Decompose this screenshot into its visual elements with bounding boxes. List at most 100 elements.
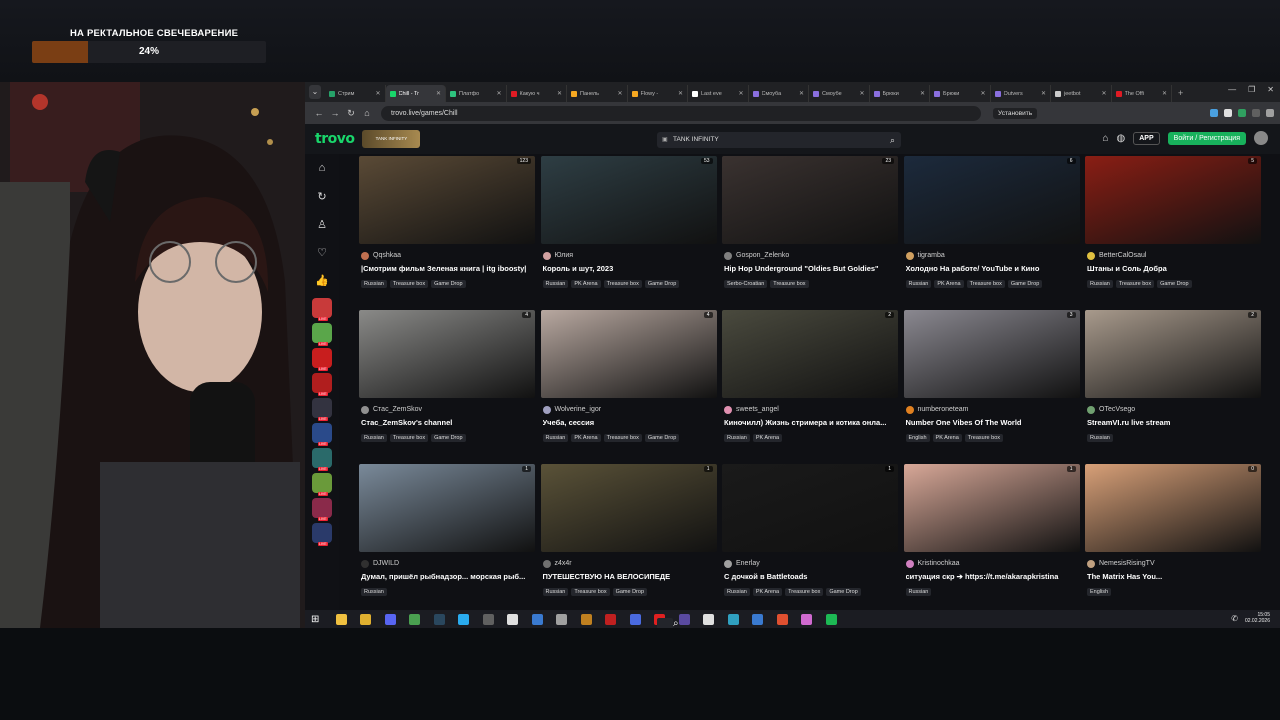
streamer-name[interactable]: BetterCalOsaul [1099, 252, 1146, 259]
stream-card[interactable]: 1 Kristinochkaa ситуация скр ➔ https://t.m… [903, 464, 1080, 610]
stream-card[interactable]: 0 NemesisRisingTV The Matrix Has You... Eng… [1085, 464, 1261, 610]
streamer-line[interactable]: NemesisRisingTV [1087, 558, 1155, 569]
stream-tag[interactable]: Treasure box [785, 588, 824, 596]
search-input[interactable]: ▣ TANK INFINITY ⌕ [657, 132, 901, 148]
app-icon[interactable] [580, 613, 592, 625]
stream-tag[interactable]: Treasure box [966, 280, 1005, 288]
stream-thumbnail[interactable]: 23 [722, 156, 898, 244]
browser-tab[interactable]: jeetbot ✕ [1051, 85, 1112, 102]
tab-close-icon[interactable]: ✕ [496, 90, 501, 97]
streamer-line[interactable]: tigramba [905, 250, 945, 261]
stream-tag[interactable]: Game Drop [644, 434, 680, 442]
stream-tag[interactable]: Russian [361, 588, 387, 596]
streamer-name[interactable]: numberoneteam [918, 406, 969, 413]
browser-tab[interactable]: Панель ✕ [567, 85, 628, 102]
stream-tag[interactable]: Game Drop [644, 280, 680, 288]
tab-close-icon[interactable]: ✕ [436, 90, 441, 97]
avatar[interactable] [1254, 131, 1268, 145]
streamer-line[interactable]: DJWILD [361, 558, 399, 569]
telegram-icon[interactable] [458, 613, 469, 625]
stream-title[interactable]: Думал, пришёл рыбнадзор... морская рыб..… [361, 572, 535, 581]
stream-thumbnail[interactable]: 1 [903, 464, 1080, 552]
streamer-name[interactable]: Enerlay [736, 560, 760, 567]
trovo-logo[interactable]: trovo [315, 131, 355, 147]
streamer-line[interactable]: BetterCalOsaul [1087, 250, 1146, 261]
browser-tab[interactable]: Flowy - ✕ [628, 85, 688, 102]
stream-title[interactable]: С дочкой в Battletoads [724, 572, 898, 581]
tab-close-icon[interactable]: ✕ [799, 90, 804, 97]
streamer-line[interactable]: Enerlay [724, 558, 760, 569]
streamer-line[interactable]: Стас_ZemSkov [361, 404, 422, 415]
avatar[interactable] [724, 405, 732, 414]
stream-thumbnail[interactable]: 123 [359, 156, 535, 244]
maximize-icon[interactable]: ❐ [1248, 85, 1255, 94]
thumbs-up-icon[interactable]: 👍 [305, 266, 339, 294]
install-button[interactable]: Установить [993, 107, 1038, 119]
rail-channel-avatar[interactable]: LIVE [312, 498, 332, 521]
stream-title[interactable]: ситуация скр ➔ https://t.me/akarapkristi… [906, 572, 1080, 581]
stream-tag[interactable]: Treasure box [603, 280, 642, 288]
clock[interactable]: 15:05 02.02.2026 [1245, 612, 1270, 624]
url-field[interactable]: trovo.live/games/Chill [381, 105, 981, 121]
avatar[interactable] [542, 251, 551, 260]
stream-title[interactable]: Учеба, сессия [543, 418, 717, 427]
stream-thumbnail[interactable]: 4 [540, 310, 717, 398]
stream-tag[interactable]: Russian [724, 588, 750, 596]
stream-tag[interactable]: Russian [361, 434, 387, 442]
rail-channel-avatar[interactable]: LIVE [312, 523, 332, 546]
streamer-name[interactable]: tigramba [918, 252, 945, 259]
streamer-name[interactable]: sweets_angel [736, 406, 779, 413]
streamer-line[interactable]: Kristinochkaa [905, 558, 960, 569]
rail-channel-avatar[interactable]: LIVE [312, 323, 332, 346]
stream-tag[interactable]: Treasure box [603, 434, 642, 442]
stream-tag[interactable]: PK Arena [932, 434, 962, 442]
search-icon[interactable]: ⌕ [890, 132, 895, 148]
tab-close-icon[interactable]: ✕ [557, 90, 562, 97]
cloud-icon[interactable] [556, 613, 567, 625]
folder-icon[interactable] [360, 613, 371, 625]
tab-close-icon[interactable]: ✕ [738, 90, 743, 97]
stream-thumbnail[interactable]: 6 [903, 156, 1080, 244]
streamer-name[interactable]: OTecVsego [1099, 406, 1135, 413]
streamer-line[interactable]: Юлия [542, 250, 573, 261]
chrome-icon[interactable] [409, 613, 420, 625]
start-icon[interactable]: ⊞ [311, 614, 322, 625]
stream-card[interactable]: 6 tigramba Холодно На работе/ YouTube и Ки… [903, 156, 1080, 302]
stream-title[interactable]: Киночилл) Жизнь стримера и котика онла..… [724, 418, 898, 427]
stream-title[interactable]: StreamVI.ru live stream [1087, 418, 1261, 427]
stream-card[interactable]: 1 z4x4r ПУТЕШЕСТВУЮ НА ВЕЛОСИПЕДЕ Russian Tr… [540, 464, 717, 610]
browser-tab[interactable]: Брюки ✕ [930, 85, 991, 102]
streamer-line[interactable]: numberoneteam [905, 404, 969, 415]
avatar[interactable] [1087, 405, 1095, 414]
browser-tab[interactable]: Какую ч ✕ [507, 85, 567, 102]
stream-card[interactable]: 53 Юлия Король и шут, 2023 Russian PK Arena T… [540, 156, 717, 302]
login-button[interactable]: Войти / Регистрация [1167, 131, 1246, 145]
tab-close-icon[interactable]: ✕ [1101, 90, 1106, 97]
streamer-line[interactable]: OTecVsego [1087, 404, 1135, 415]
rail-channel-avatar[interactable]: LIVE [312, 348, 332, 371]
streamer-line[interactable]: sweets_angel [724, 404, 779, 415]
stream-title[interactable]: ПУТЕШЕСТВУЮ НА ВЕЛОСИПЕДЕ [543, 572, 717, 581]
avatar[interactable] [361, 405, 369, 414]
browser-tab[interactable]: Брюки ✕ [870, 85, 930, 102]
stream-card[interactable]: 4 Стас_ZemSkov Стас_ZemSkov's channel Russi… [359, 310, 535, 456]
chart-icon[interactable] [752, 613, 763, 625]
avatar[interactable] [1087, 251, 1095, 260]
reload-icon[interactable]: ↻ [343, 108, 359, 119]
file-icon[interactable] [507, 613, 518, 625]
stream-card[interactable]: 2 OTecVsego StreamVI.ru live stream Russian [1085, 310, 1261, 456]
avatar[interactable] [542, 405, 551, 414]
app2-icon[interactable] [605, 613, 616, 625]
streamer-line[interactable]: Gospon_Zelenko [724, 250, 789, 261]
browser-tab[interactable]: The Offi ✕ [1112, 85, 1172, 102]
stream-thumbnail[interactable]: 2 [1085, 310, 1261, 398]
stream-title[interactable]: Штаны и Соль Добра [1087, 264, 1261, 273]
avatar[interactable] [361, 559, 369, 568]
tab-close-icon[interactable]: ✕ [980, 90, 985, 97]
network-icon[interactable]: ✆ [1231, 614, 1238, 623]
stream-tag[interactable]: Game Drop [826, 588, 861, 596]
stream-card[interactable]: 1 Enerlay С дочкой в Battletoads Russian PK … [722, 464, 898, 610]
stream-tag[interactable]: Treasure box [389, 280, 429, 288]
streamer-name[interactable]: Стас_ZemSkov [373, 406, 422, 413]
t-icon[interactable] [629, 613, 641, 625]
